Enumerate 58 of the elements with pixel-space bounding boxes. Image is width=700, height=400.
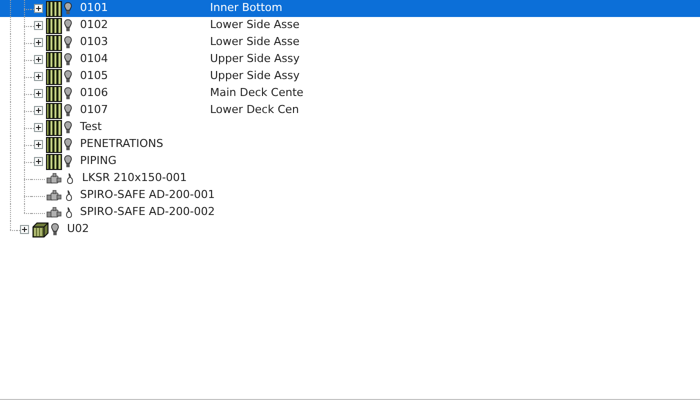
block-icon	[32, 222, 49, 238]
node-description: Lower Side Asse	[210, 17, 300, 34]
node-label[interactable]: 0103	[80, 34, 108, 51]
flame-icon[interactable]	[66, 190, 72, 201]
lightbulb-icon[interactable]	[64, 104, 72, 117]
assembly-icon	[46, 102, 62, 118]
lightbulb-icon[interactable]	[64, 70, 72, 83]
flame-icon[interactable]	[67, 173, 73, 184]
node-description: Lower Deck Cen	[210, 102, 300, 118]
expand-toggle[interactable]	[34, 72, 42, 81]
node-description: Lower Side Asse	[210, 34, 300, 50]
lightbulb-icon[interactable]	[64, 19, 72, 32]
expand-toggle[interactable]	[34, 38, 42, 47]
assembly-icon	[46, 154, 62, 170]
node-label[interactable]: Test	[80, 119, 102, 136]
lightbulb-icon[interactable]	[51, 223, 59, 236]
expand-toggle[interactable]	[34, 21, 42, 30]
flame-icon[interactable]	[66, 207, 72, 218]
expand-toggle[interactable]	[34, 55, 42, 64]
assembly-icon	[46, 136, 62, 152]
node-description: Inner Bottom	[210, 0, 282, 16]
expand-toggle[interactable]	[34, 4, 42, 13]
expand-toggle[interactable]	[34, 89, 42, 98]
assembly-icon	[46, 68, 62, 84]
assembly-icon	[46, 120, 62, 136]
assembly-icon	[46, 18, 62, 34]
expand-toggle[interactable]	[34, 157, 42, 166]
node-label[interactable]: 0105	[80, 68, 108, 85]
lightbulb-icon[interactable]	[64, 155, 72, 168]
lightbulb-icon[interactable]	[64, 2, 72, 15]
assembly-icon	[46, 86, 62, 102]
node-label[interactable]: SPIRO-SAFE AD-200-001	[80, 187, 215, 204]
node-label[interactable]: 0107	[80, 102, 108, 119]
node-label[interactable]: 0102	[80, 17, 108, 34]
expand-toggle[interactable]	[20, 225, 28, 234]
lightbulb-icon[interactable]	[64, 87, 72, 100]
lightbulb-icon[interactable]	[64, 36, 72, 49]
expand-toggle[interactable]	[34, 123, 42, 132]
node-label[interactable]: 0106	[80, 85, 108, 102]
assembly-icon	[46, 34, 62, 50]
node-label[interactable]: PIPING	[80, 153, 117, 170]
node-label[interactable]: LKSR 210x150-001	[82, 170, 187, 187]
assembly-icon	[46, 0, 62, 16]
expand-toggle[interactable]	[34, 140, 42, 149]
node-label[interactable]: PENETRATIONS	[80, 136, 164, 153]
lightbulb-icon[interactable]	[64, 138, 72, 151]
node-description: Main Deck Cente	[210, 85, 304, 102]
node-label[interactable]: 0104	[80, 51, 108, 68]
node-label[interactable]: 0101	[80, 0, 108, 17]
lightbulb-icon[interactable]	[64, 121, 72, 134]
assembly-icon	[46, 52, 62, 68]
node-description: Upper Side Assy	[210, 51, 300, 68]
node-label[interactable]: SPIRO-SAFE AD-200-002	[80, 204, 215, 221]
expand-toggle[interactable]	[34, 106, 42, 115]
node-description: Upper Side Assy	[210, 68, 300, 84]
node-label[interactable]: U02	[67, 221, 90, 238]
tree-row-selected[interactable]: 0101 Inner Bottom	[0, 0, 700, 17]
lightbulb-icon[interactable]	[64, 53, 72, 66]
